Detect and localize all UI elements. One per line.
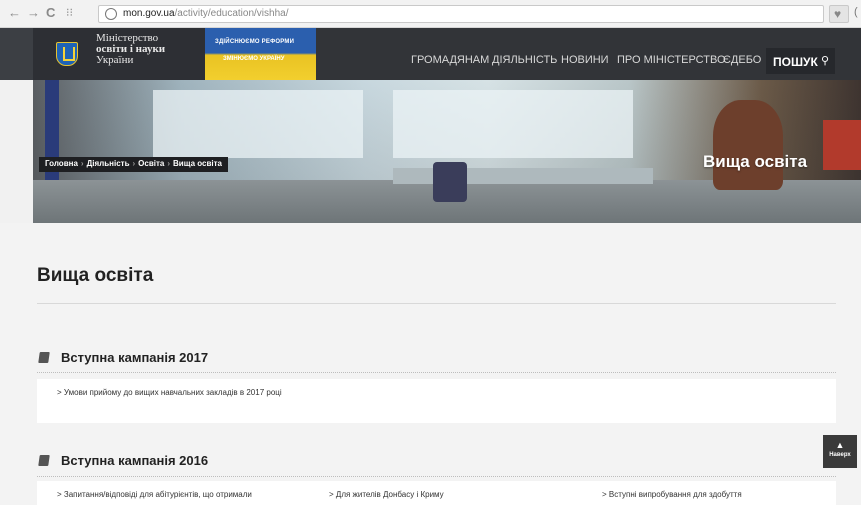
hero-window-right [393,90,633,158]
ministry-logo-text[interactable]: Міністерство освіти і науки України [96,33,165,66]
extension-icon[interactable]: ( [854,6,858,18]
hero-desk [393,168,653,184]
address-bar[interactable]: mon.gov.ua/activity/education/vishha/ [98,5,824,23]
search-label: ПОШУК [773,55,818,69]
section-divider [37,476,836,477]
title-divider [37,303,836,304]
logo-line-3: України [96,54,134,66]
breadcrumb-separator-icon: › [80,159,84,168]
breadcrumb-current: Вища освіта [173,159,222,168]
back-to-top-label: Наверх [829,452,851,458]
back-to-top-button[interactable]: ▲ Наверх [823,435,857,468]
book-icon [38,455,50,466]
link-faq-applicants[interactable]: > Запитання/відповіді для абітурієнтів, … [57,489,307,500]
link-admission-2017[interactable]: > Умови прийому до вищих навчальних закл… [57,387,317,398]
breadcrumb-separator-icon: › [167,159,171,168]
search-button[interactable]: ПОШУК ⚲ [766,48,835,74]
section-card-2016: > Запитання/відповіді для абітурієнтів, … [37,481,836,505]
breadcrumb-education[interactable]: Освіта [138,159,164,168]
hero-plant [713,100,783,190]
globe-icon [105,8,117,20]
reform-line-1: ЗДІЙСНЮЄМО РЕФОРМИ [215,39,295,45]
link-entrance-tests[interactable]: > Вступні випробування для здобуття [602,489,832,500]
menu-item-news[interactable]: НОВИНИ [561,54,609,66]
breadcrumb-home[interactable]: Головна [45,159,78,168]
forward-icon[interactable]: → [27,6,40,20]
link-donbas-crimea[interactable]: > Для жителів Донбасу і Криму [329,489,579,500]
breadcrumb: Головна › Діяльність › Освіта › Вища освіта [39,157,228,172]
url-text[interactable]: mon.gov.ua/activity/education/vishha/ [123,8,288,19]
search-icon: ⚲ [821,55,830,67]
book-icon [38,352,50,363]
heart-icon: ♥ [834,7,842,21]
menu-item-edebo[interactable]: ЄДЕБО [723,54,761,66]
menu-item-activity[interactable]: ДІЯЛЬНІСТЬ [492,54,557,66]
section-card-2017: > Умови прийому до вищих навчальних закл… [37,379,836,423]
hero-window-left [153,90,363,158]
section-divider [37,372,836,373]
section-title-2017[interactable]: Вступна кампанія 2017 [61,350,208,365]
reform-banner[interactable]: ЗДІЙСНЮЄМО РЕФОРМИ ЗМІНЮЄМО УКРАЇНУ [205,28,316,80]
breadcrumb-separator-icon: › [132,159,136,168]
reload-icon[interactable]: C [46,6,55,20]
reform-line-2: ЗМІНЮЄМО УКРАЇНУ [223,56,285,62]
section-title-2016[interactable]: Вступна кампанія 2016 [61,453,208,468]
hero-red-object [823,120,861,170]
hero-chair [433,162,467,202]
back-icon[interactable]: ← [8,6,21,20]
menu-item-citizens[interactable]: ГРОМАДЯНАМ [411,54,489,66]
page-title: Вища освіта [37,265,154,286]
coat-of-arms-icon[interactable] [56,42,78,66]
hero-title: Вища освіта [703,152,808,171]
apps-icon[interactable]: ⁝⁝ [66,6,73,20]
breadcrumb-activity[interactable]: Діяльність [87,159,130,168]
bookmark-button[interactable]: ♥ [829,5,849,23]
chevron-up-icon: ▲ [835,440,845,450]
menu-item-about[interactable]: ПРО МІНІСТЕРСТВО [617,54,726,66]
browser-toolbar: ← → C ⁝⁝ mon.gov.ua/activity/education/v… [0,0,861,28]
